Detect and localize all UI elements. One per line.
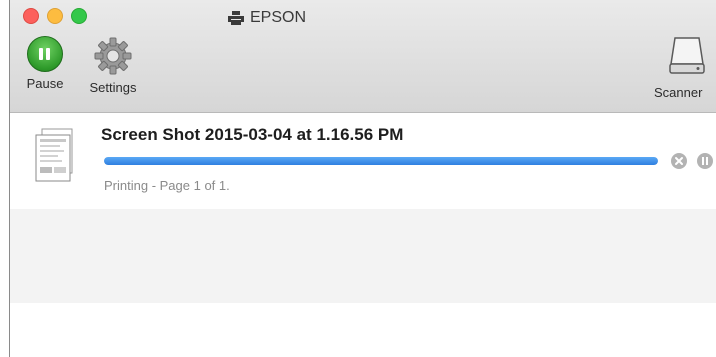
scanner-icon [669, 37, 705, 74]
pause-label: Pause [26, 76, 64, 91]
job-row[interactable]: Screen Shot 2015-03-04 at 1.16.56 PM Pri… [10, 113, 716, 209]
pause-circle-icon [27, 36, 63, 72]
job-name: Screen Shot 2015-03-04 at 1.16.56 PM [101, 125, 404, 144]
hold-job-button[interactable] [697, 153, 713, 169]
scanner-button[interactable]: Scanner [654, 36, 716, 100]
close-window-button[interactable] [23, 8, 39, 24]
empty-list-row [10, 209, 716, 303]
window-title: EPSON [228, 8, 306, 28]
job-progress-bar [104, 157, 658, 165]
scanner-label: Scanner [654, 85, 703, 100]
minimize-window-button[interactable] [47, 8, 63, 24]
pause-button[interactable]: Pause [21, 36, 69, 91]
print-queue-window: EPSON Pause Settings Scanner Screen Shot… [9, 0, 716, 357]
zoom-window-button[interactable] [71, 8, 87, 24]
printer-icon [228, 11, 244, 25]
document-thumbnail-icon [35, 128, 73, 182]
cancel-job-button[interactable] [671, 153, 687, 169]
window-title-text: EPSON [250, 9, 307, 26]
settings-label: Settings [89, 80, 137, 95]
gear-icon [94, 37, 132, 75]
pause-job-icon [702, 157, 708, 165]
job-progress-fill [104, 157, 658, 165]
job-status: Printing - Page 1 of 1. [104, 178, 230, 193]
toolbar: EPSON Pause Settings Scanner [10, 0, 716, 113]
settings-button[interactable]: Settings [81, 36, 145, 95]
empty-list-row [10, 303, 716, 357]
cancel-icon [675, 157, 683, 165]
